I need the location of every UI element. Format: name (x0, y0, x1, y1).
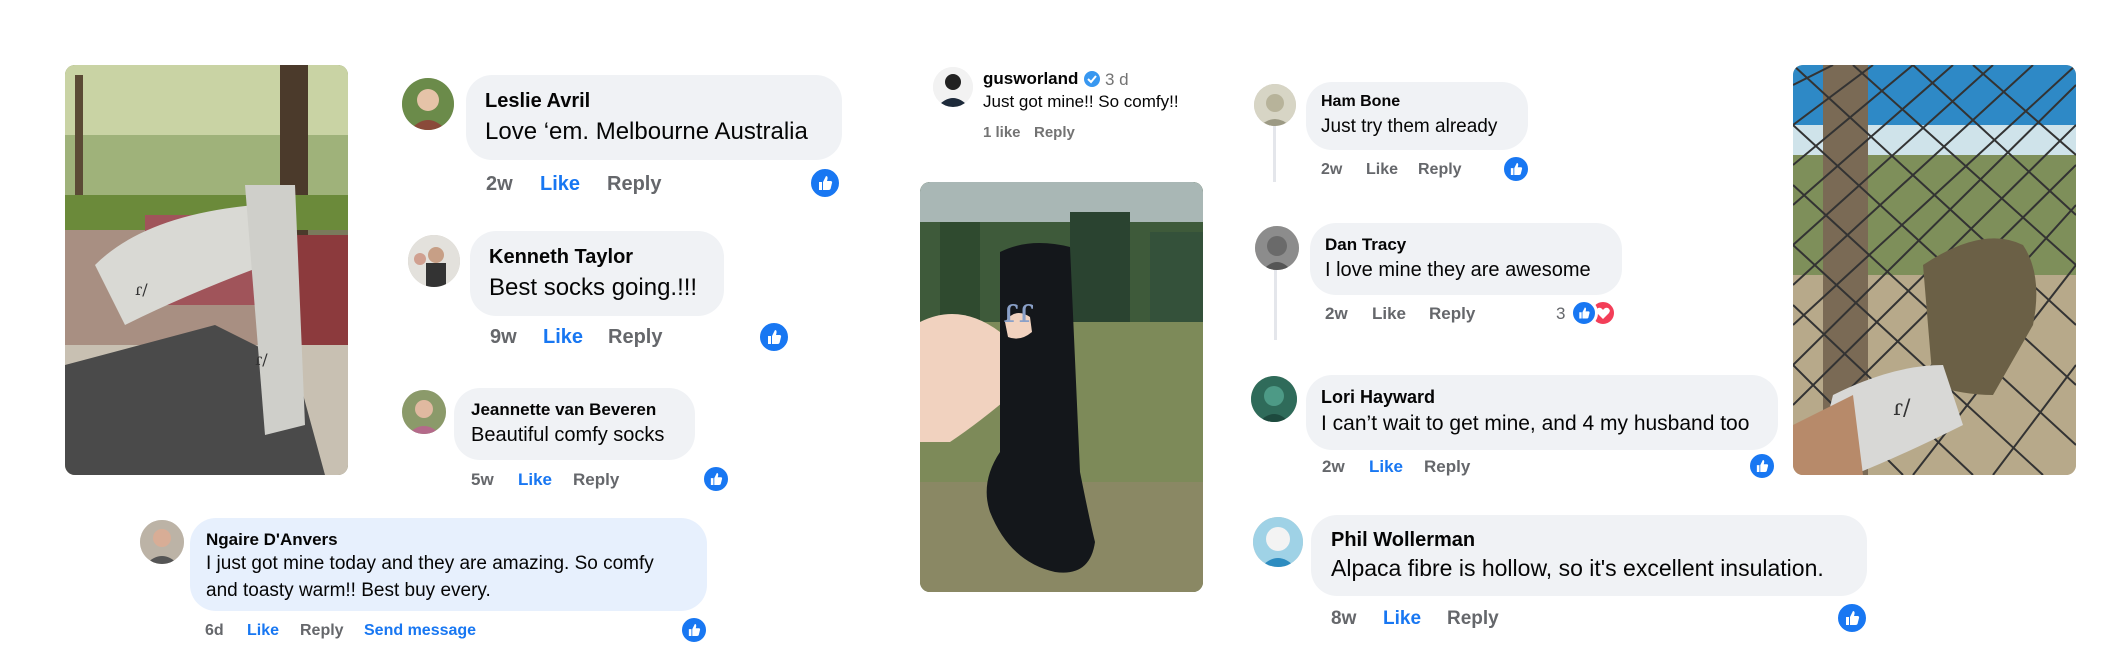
thread-line (1274, 268, 1277, 340)
comment-author-dan-tracy[interactable]: Dan Tracy (1325, 235, 1406, 255)
comment-time-kenneth[interactable]: 9w (490, 326, 517, 349)
avatar-ham-bone[interactable] (1254, 84, 1296, 126)
instagram-time: 3 d (1105, 70, 1129, 89)
thumbs-up-reaction-icon (1570, 299, 1598, 327)
thumbs-up-reaction-icon (1747, 451, 1777, 481)
verified-badge-icon (1084, 71, 1100, 87)
like-button-ngaire[interactable]: Like (247, 622, 279, 640)
comment-author-kenneth[interactable]: Kenneth Taylor (489, 246, 633, 269)
comment-author-ham-bone[interactable]: Ham Bone (1321, 93, 1400, 111)
comment-time-ham-bone[interactable]: 2w (1321, 161, 1342, 179)
instagram-likes[interactable]: 1 like (983, 124, 1021, 141)
send-message-button-ngaire[interactable]: Send message (364, 622, 476, 640)
reply-button-jeannette[interactable]: Reply (573, 470, 619, 490)
comment-author-phil-wollerman[interactable]: Phil Wollerman (1331, 529, 1475, 552)
comment-author-lori-hayward[interactable]: Lori Hayward (1321, 387, 1435, 408)
like-button-leslie[interactable]: Like (540, 173, 580, 196)
reaction-count-dan-tracy[interactable]: 3 (1556, 304, 1565, 324)
like-button-kenneth[interactable]: Like (543, 326, 583, 349)
comment-time-dan-tracy[interactable]: 2w (1325, 304, 1348, 324)
comment-text-jeannette: Beautiful comfy socks (471, 424, 665, 446)
reply-button-ngaire[interactable]: Reply (300, 622, 344, 640)
comment-text-leslie: Love ‘em. Melbourne Australia (485, 118, 808, 145)
photo-boot-at-fence[interactable]: ɾ/ (1793, 65, 2076, 475)
svg-text:ɾ/: ɾ/ (255, 350, 268, 369)
avatar-phil-wollerman[interactable] (1253, 517, 1303, 567)
comment-text-ngaire-line-2: and toasty warm!! Best buy every. (206, 580, 491, 601)
comment-text-dan-tracy: I love mine they are awesome (1325, 259, 1591, 281)
thumbs-up-reaction-icon (1835, 601, 1869, 635)
comment-text-lori-hayward: I can’t wait to get mine, and 4 my husba… (1321, 412, 1750, 435)
thumbs-up-reaction-icon (757, 320, 791, 354)
avatar-leslie[interactable] (402, 78, 454, 130)
comment-time-jeannette[interactable]: 5w (471, 470, 494, 490)
reply-button-phil-wollerman[interactable]: Reply (1447, 608, 1499, 630)
reply-button-lori-hayward[interactable]: Reply (1424, 457, 1470, 477)
comment-time-lori-hayward[interactable]: 2w (1322, 457, 1345, 477)
avatar-kenneth[interactable] (408, 235, 460, 287)
thumbs-up-reaction-icon (808, 166, 842, 200)
like-button-ham-bone[interactable]: Like (1366, 161, 1398, 179)
thumbs-up-reaction-icon (1501, 154, 1531, 184)
avatar-gusworland[interactable] (933, 67, 973, 107)
comment-time-ngaire[interactable]: 6d (205, 622, 224, 640)
thumbs-up-reaction-icon (701, 464, 731, 494)
comment-time-leslie[interactable]: 2w (486, 173, 513, 196)
photo-sock-in-park[interactable]: ɾɾ (920, 182, 1203, 592)
svg-text:ɾɾ: ɾɾ (1003, 291, 1034, 331)
instagram-username[interactable]: gusworland (983, 69, 1078, 89)
comment-author-ngaire[interactable]: Ngaire D'Anvers (206, 530, 338, 550)
avatar-ngaire[interactable] (140, 520, 184, 564)
thread-line (1273, 120, 1276, 182)
like-button-lori-hayward[interactable]: Like (1369, 457, 1403, 477)
comment-author-jeannette[interactable]: Jeannette van Beveren (471, 400, 656, 420)
avatar-lori-hayward[interactable] (1251, 376, 1297, 422)
avatar-dan-tracy[interactable] (1255, 226, 1299, 270)
avatar-jeannette[interactable] (402, 390, 446, 434)
thumbs-up-reaction-icon (679, 615, 709, 645)
like-button-jeannette[interactable]: Like (518, 470, 552, 490)
svg-text:ɾ/: ɾ/ (1893, 396, 1911, 421)
comment-text-phil-wollerman: Alpaca fibre is hollow, so it's excellen… (1331, 555, 1824, 581)
svg-text:ɾ/: ɾ/ (135, 280, 148, 299)
comment-text-kenneth: Best socks going.!!! (489, 274, 698, 301)
reply-button-leslie[interactable]: Reply (607, 173, 661, 196)
reply-button-kenneth[interactable]: Reply (608, 326, 662, 349)
photo-feet-on-couch[interactable]: ɾ/ ɾ/ (65, 65, 348, 475)
like-button-dan-tracy[interactable]: Like (1372, 304, 1406, 324)
comment-text-ham-bone: Just try them already (1321, 116, 1498, 137)
like-button-phil-wollerman[interactable]: Like (1383, 608, 1421, 630)
instagram-comment-text: Just got mine!! So comfy!! (983, 92, 1179, 111)
comment-time-phil-wollerman[interactable]: 8w (1331, 608, 1356, 630)
reply-button-dan-tracy[interactable]: Reply (1429, 304, 1475, 324)
instagram-reply-button[interactable]: Reply (1034, 124, 1075, 141)
comment-text-ngaire-line-1: I just got mine today and they are amazi… (206, 553, 654, 574)
reply-button-ham-bone[interactable]: Reply (1418, 161, 1462, 179)
comment-author-leslie[interactable]: Leslie Avril (485, 90, 590, 113)
